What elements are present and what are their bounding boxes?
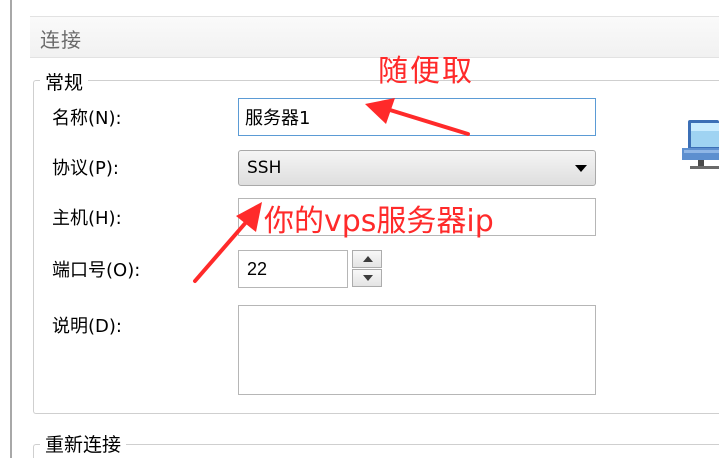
description-textarea[interactable] xyxy=(238,305,596,395)
panel-left-border xyxy=(10,0,12,458)
name-label: 名称(N): xyxy=(52,108,122,129)
protocol-label: 协议(P): xyxy=(52,158,119,179)
annotation-host-hint: 你的vps服务器ip xyxy=(264,204,494,239)
protocol-select[interactable]: SSH xyxy=(238,150,596,186)
chevron-down-icon xyxy=(575,165,587,172)
port-spinner xyxy=(352,250,382,288)
section-header: 连接 xyxy=(30,16,719,58)
reconnect-group-title: 重新连接 xyxy=(40,430,127,457)
session-properties-panel: 连接 常规 名称(N): 协议(P): SSH 主机(H): 端口号(O): 说… xyxy=(0,0,719,458)
description-label: 说明(D): xyxy=(52,316,122,337)
section-title: 连接 xyxy=(40,28,82,52)
reconnect-groupbox xyxy=(33,444,719,458)
port-input[interactable] xyxy=(238,250,348,288)
spin-up-icon[interactable] xyxy=(352,250,382,268)
port-label: 端口号(O): xyxy=(52,260,141,281)
network-computer-icon xyxy=(682,120,719,169)
host-label: 主机(H): xyxy=(52,208,122,229)
spin-down-icon[interactable] xyxy=(352,269,382,287)
protocol-selected-value: SSH xyxy=(247,158,282,178)
name-input[interactable] xyxy=(238,98,596,136)
general-group-title: 常规 xyxy=(40,68,89,95)
annotation-name-hint: 随便取 xyxy=(378,54,474,89)
